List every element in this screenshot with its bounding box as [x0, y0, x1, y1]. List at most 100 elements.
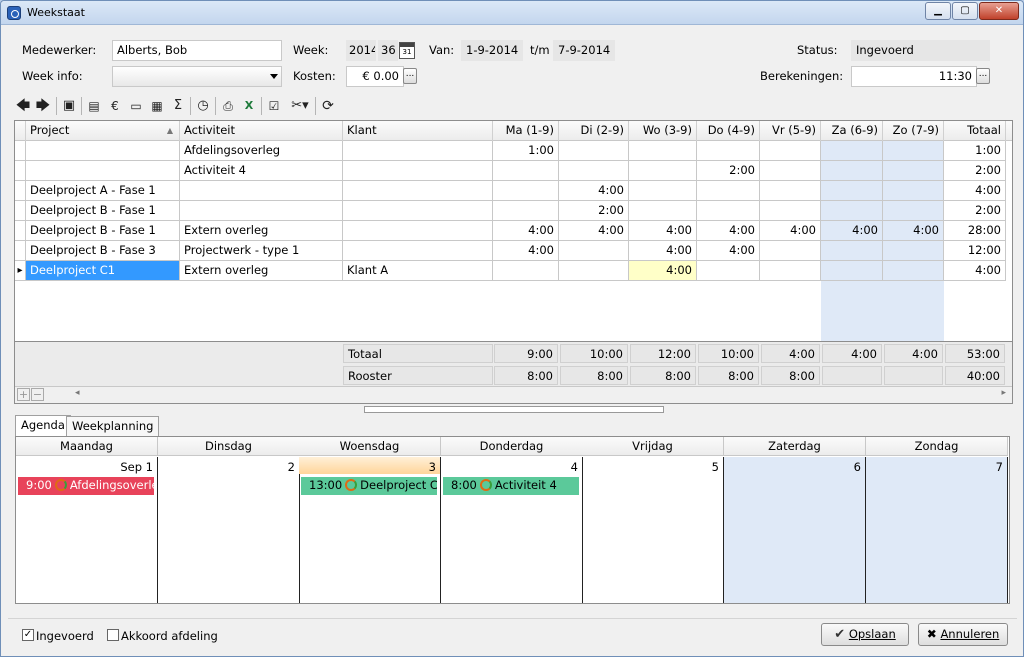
cell-do[interactable] [697, 141, 760, 161]
tools-icon[interactable]: ✂▾ [288, 97, 312, 115]
scroll-left-icon[interactable]: ◂ [75, 388, 80, 398]
sum-icon[interactable]: Σ [169, 97, 187, 115]
calculator-icon[interactable]: ▦ [148, 97, 166, 115]
row-indicator[interactable] [15, 201, 26, 221]
cell-zo[interactable] [883, 161, 944, 181]
cell-ma[interactable]: 4:00 [493, 221, 559, 241]
agenda-event[interactable]: 13:00 Deelproject C1, [301, 477, 437, 495]
excel-icon[interactable]: X [240, 97, 258, 115]
row-indicator[interactable] [15, 241, 26, 261]
column-header-klant[interactable]: Klant [343, 121, 493, 141]
cell-wo[interactable] [629, 141, 697, 161]
cell-activiteit[interactable]: Extern overleg [180, 221, 343, 241]
berekeningen-ellipsis-button[interactable]: ... [976, 68, 990, 84]
cell-klant[interactable] [343, 141, 493, 161]
cell-ma[interactable] [493, 201, 559, 221]
cell-project[interactable] [26, 161, 180, 181]
row-indicator[interactable] [15, 221, 26, 241]
cell-klant[interactable] [343, 241, 493, 261]
column-header-zo[interactable]: Zo (7-9) [883, 121, 944, 141]
cell-zo[interactable] [883, 261, 944, 281]
arrow-left-icon[interactable]: 🡄 [14, 97, 32, 115]
kosten-ellipsis-button[interactable]: ... [403, 68, 417, 84]
cell-za[interactable] [821, 201, 883, 221]
minimize-button[interactable]: ▁ [925, 2, 951, 20]
agenda-day-cell[interactable]: 6 [724, 457, 866, 603]
cell-zo[interactable]: 4:00 [883, 221, 944, 241]
opslaan-button[interactable]: ✔ Opslaan [821, 623, 909, 646]
cell-vr[interactable] [760, 261, 821, 281]
medewerker-field[interactable]: Alberts, Bob [112, 40, 282, 61]
cell-vr[interactable]: 4:00 [760, 221, 821, 241]
refresh-icon[interactable]: ⟳ [319, 97, 337, 115]
cell-za[interactable]: 4:00 [821, 221, 883, 241]
cell-klant[interactable] [343, 221, 493, 241]
add-row-icon[interactable]: + [17, 388, 30, 401]
table-row[interactable]: Deelproject B - Fase 3 Projectwerk - type… [15, 241, 1012, 261]
table-row[interactable]: ▸ Deelproject C1 Extern overleg Klant A 4:00… [15, 261, 1012, 281]
cell-totaal[interactable]: 28:00 [944, 221, 1006, 241]
cell-activiteit[interactable] [180, 181, 343, 201]
cell-vr[interactable] [760, 141, 821, 161]
cell-di[interactable]: 4:00 [559, 181, 629, 201]
agenda-event[interactable]: 9:00 Afdelingsoverleg [18, 477, 154, 495]
print-icon[interactable]: ⎙ [219, 97, 237, 115]
cell-project[interactable]: Deelproject B - Fase 3 [26, 241, 180, 261]
column-header-vr[interactable]: Vr (5-9) [760, 121, 821, 141]
cell-activiteit[interactable]: Extern overleg [180, 261, 343, 281]
cell-totaal[interactable]: 12:00 [944, 241, 1006, 261]
scroll-right-icon[interactable]: ▸ [1001, 388, 1006, 398]
cell-project[interactable]: Deelproject C1 [26, 261, 180, 281]
cell-klant[interactable] [343, 201, 493, 221]
keyboard-icon[interactable]: ▭ [127, 97, 145, 115]
agenda-day-cell[interactable]: 5 [582, 457, 724, 603]
column-header-di[interactable]: Di (2-9) [559, 121, 629, 141]
cell-di[interactable]: 4:00 [559, 221, 629, 241]
cell-activiteit[interactable]: Projectwerk - type 1 [180, 241, 343, 261]
cell-totaal[interactable]: 4:00 [944, 261, 1006, 281]
cell-wo[interactable] [629, 201, 697, 221]
cell-ma[interactable] [493, 261, 559, 281]
row-indicator[interactable] [15, 181, 26, 201]
cell-totaal[interactable]: 2:00 [944, 201, 1006, 221]
cell-di[interactable] [559, 261, 629, 281]
cell-totaal[interactable]: 4:00 [944, 181, 1006, 201]
cell-za[interactable] [821, 241, 883, 261]
cell-vr[interactable] [760, 161, 821, 181]
cell-do[interactable]: 4:00 [697, 221, 760, 241]
row-indicator[interactable] [15, 161, 26, 181]
cell-zo[interactable] [883, 141, 944, 161]
cell-di[interactable]: 2:00 [559, 201, 629, 221]
cell-activiteit[interactable]: Activiteit 4 [180, 161, 343, 181]
column-header-ma[interactable]: Ma (1-9) [493, 121, 559, 141]
cell-vr[interactable] [760, 241, 821, 261]
chevron-down-icon[interactable] [270, 74, 278, 79]
tab-weekplanning[interactable]: Weekplanning [66, 416, 160, 436]
cell-project[interactable]: Deelproject A - Fase 1 [26, 181, 180, 201]
cell-do[interactable]: 2:00 [697, 161, 760, 181]
remove-row-icon[interactable]: − [31, 388, 44, 401]
cell-wo[interactable] [629, 181, 697, 201]
column-header-totaal[interactable]: Totaal [944, 121, 1006, 141]
agenda-day-cell[interactable]: 7 [866, 457, 1008, 603]
cell-project[interactable]: Deelproject B - Fase 1 [26, 221, 180, 241]
checkbox-window-icon[interactable]: ☑ [265, 97, 283, 115]
cell-project[interactable] [26, 141, 180, 161]
cell-activiteit[interactable] [180, 201, 343, 221]
cell-vr[interactable] [760, 181, 821, 201]
euro-icon[interactable]: € [106, 97, 124, 115]
cell-ma[interactable]: 4:00 [493, 241, 559, 261]
splitter-handle[interactable] [364, 406, 664, 413]
cell-totaal[interactable]: 2:00 [944, 161, 1006, 181]
report-icon[interactable]: ▤ [85, 97, 103, 115]
cell-do[interactable]: 4:00 [697, 241, 760, 261]
cell-zo[interactable] [883, 241, 944, 261]
cell-ma[interactable]: 1:00 [493, 141, 559, 161]
annuleren-button[interactable]: ✖ Annuleren [918, 623, 1008, 646]
cell-do[interactable] [697, 201, 760, 221]
agenda-day-cell[interactable]: 4 8:00 Activiteit 4 [441, 457, 583, 603]
cell-ma[interactable] [493, 161, 559, 181]
cell-klant[interactable] [343, 161, 493, 181]
table-row[interactable]: Activiteit 4 2:00 2:00 [15, 161, 1012, 181]
column-header-wo[interactable]: Wo (3-9) [629, 121, 697, 141]
